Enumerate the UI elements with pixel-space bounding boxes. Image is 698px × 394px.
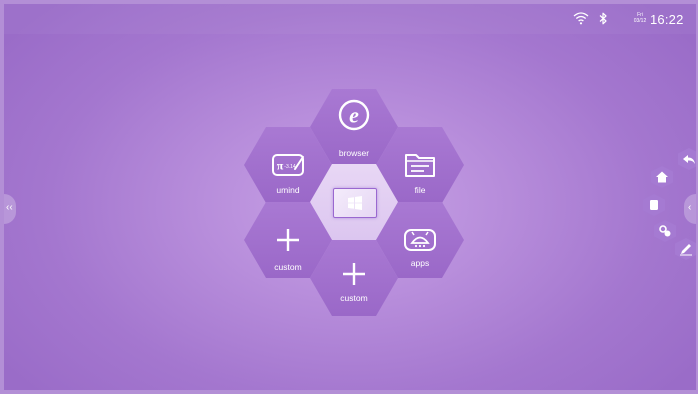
pen-icon: [680, 244, 692, 256]
windows-screen-frame: [333, 188, 377, 218]
tools-icon: [659, 225, 671, 237]
plus-icon: [277, 229, 299, 251]
home-icon: [656, 171, 668, 183]
whiteboard-pi-icon: π -3.14: [272, 154, 304, 176]
folder-icon: [405, 154, 435, 177]
date-display: Fri 03/12: [632, 12, 648, 24]
plus-icon: [343, 263, 365, 285]
pen-button[interactable]: [675, 238, 696, 260]
browser-e-icon: e: [338, 99, 370, 131]
tools-button[interactable]: [654, 220, 676, 242]
chevron-left-icon: ‹: [688, 202, 692, 213]
window-button[interactable]: [643, 194, 665, 216]
status-bar: Fri 03/12 16:22: [4, 4, 696, 34]
window-icon: [650, 200, 658, 210]
umind-pi-symbol: π: [277, 159, 284, 173]
bluetooth-icon[interactable]: [598, 12, 608, 25]
left-sidebar-toggle[interactable]: ‹‹: [4, 194, 16, 224]
right-sidebar-toggle[interactable]: ‹: [684, 194, 696, 224]
date-month-day: 03/12: [633, 18, 647, 24]
wifi-icon[interactable]: [573, 12, 589, 25]
browser-icon-letter: e: [349, 103, 359, 128]
windows-icon: [348, 196, 362, 210]
android-icon: [404, 229, 436, 251]
back-button[interactable]: [678, 148, 696, 170]
home-button[interactable]: [651, 166, 673, 188]
back-arrow-icon: [683, 155, 695, 164]
desktop-screen: Fri 03/12 16:22 e browser file π -3.14 u…: [4, 4, 696, 390]
double-chevron-left-icon: ‹‹: [6, 202, 13, 213]
clock: 16:22: [650, 12, 684, 27]
custom-label-bottom: custom: [340, 293, 368, 303]
